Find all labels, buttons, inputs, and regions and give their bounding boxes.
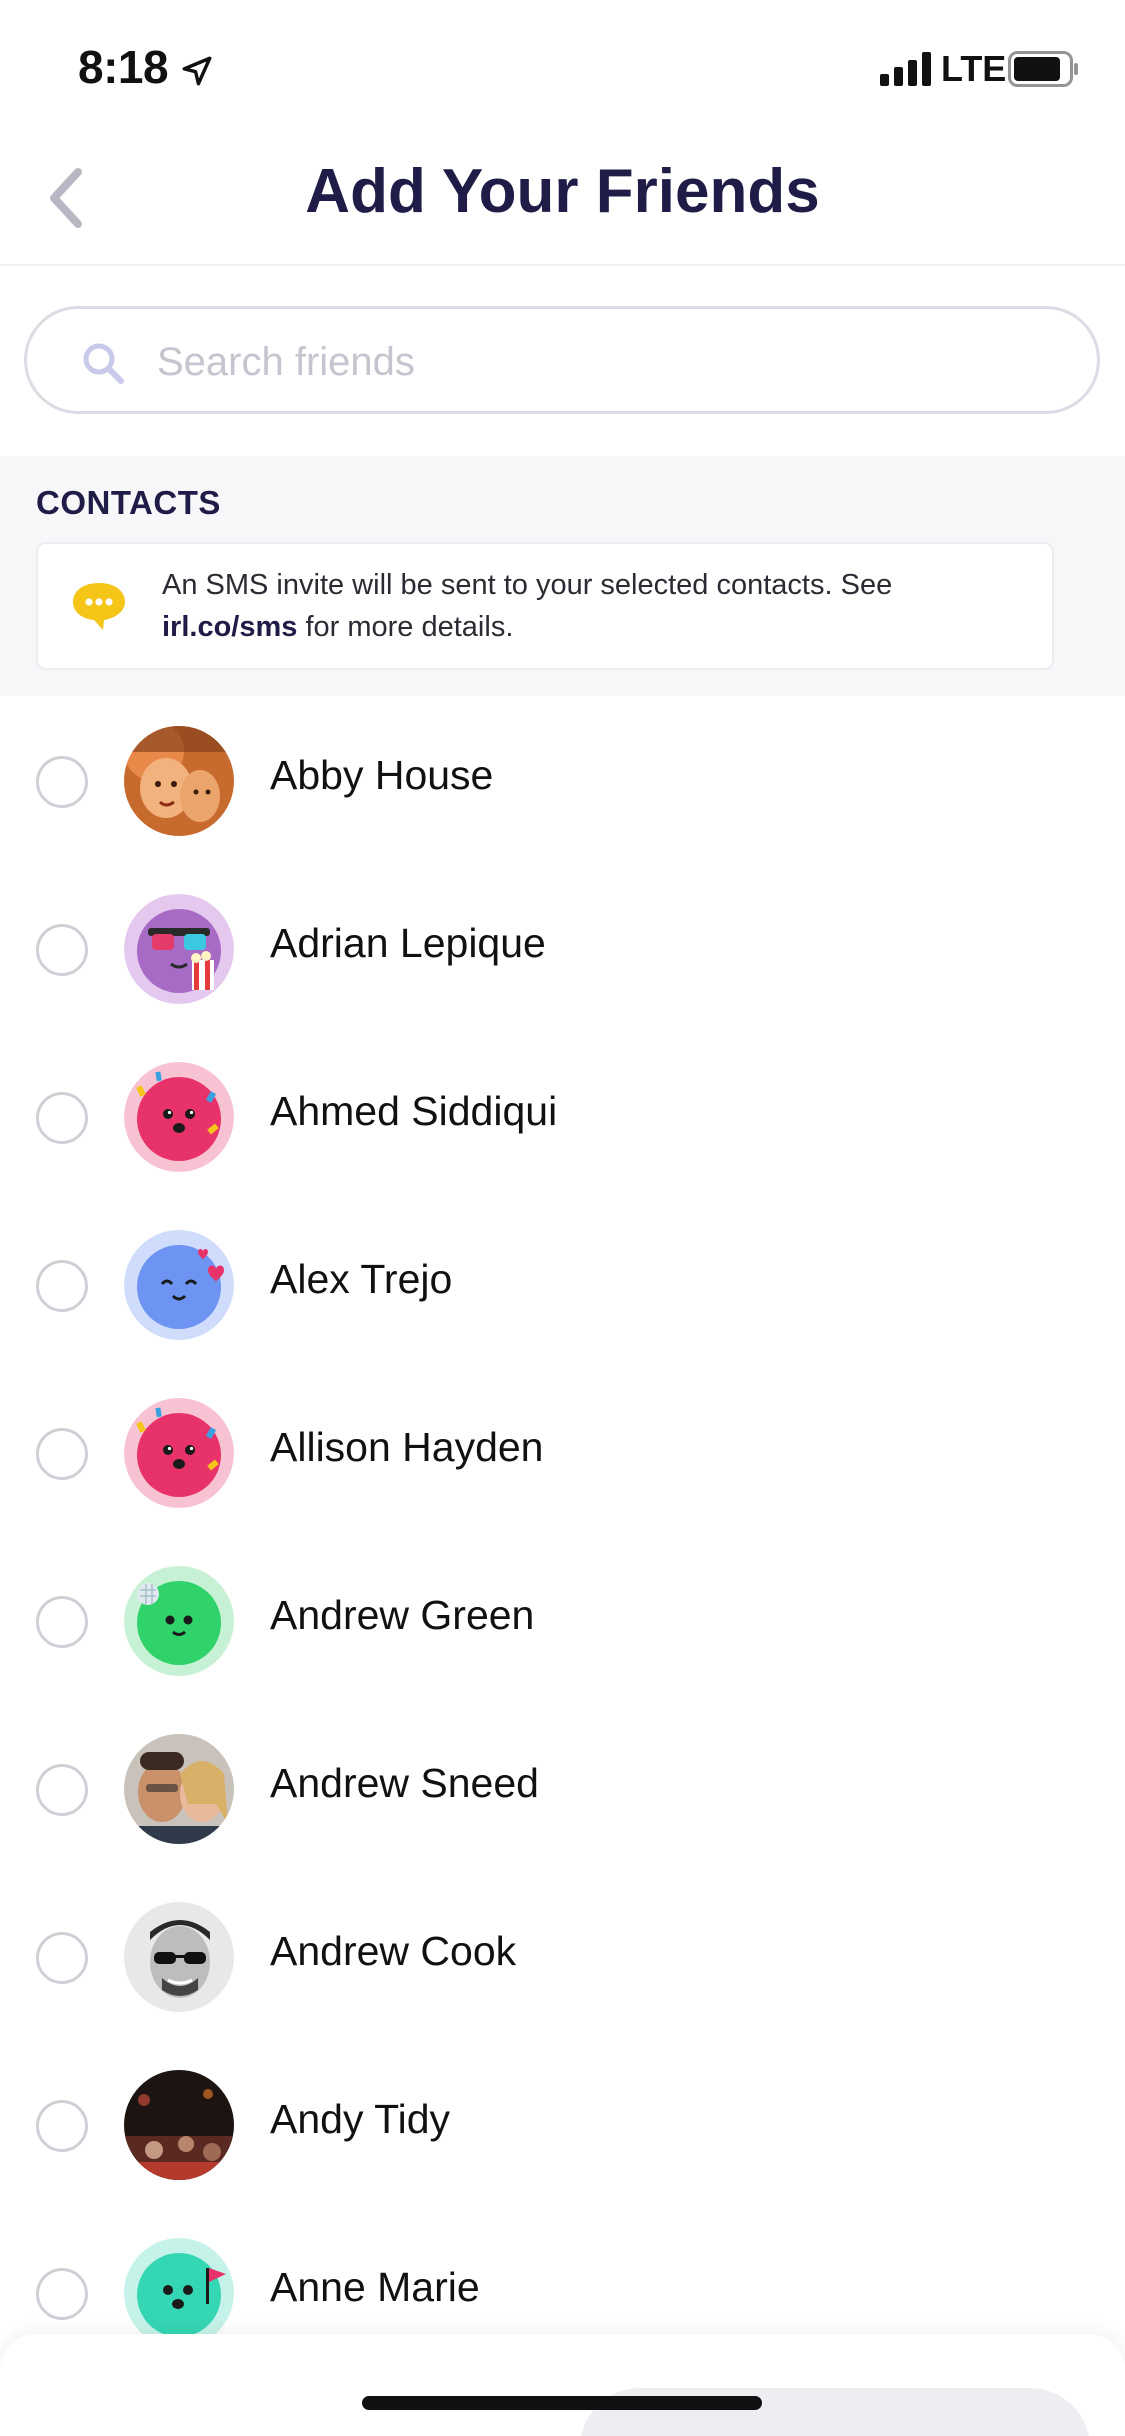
search-icon — [83, 343, 124, 384]
search-input[interactable] — [157, 333, 1037, 391]
irl-link[interactable]: irl.co/sms — [162, 611, 297, 643]
select-radio[interactable] — [36, 1596, 88, 1648]
nav-header: Add Your Friends — [0, 132, 1125, 266]
contact-row[interactable]: Andy Tidy — [0, 2040, 1125, 2208]
network-type: LTE — [941, 48, 1007, 89]
contact-name: Alex Trejo — [270, 1256, 453, 1302]
home-indicator — [362, 2396, 762, 2410]
contact-row[interactable]: Adrian Lepique — [0, 864, 1125, 1032]
location-arrow-icon — [182, 56, 212, 86]
status-time: 8:18 — [78, 41, 169, 93]
contact-row[interactable]: Andrew Sneed — [0, 1704, 1125, 1872]
contact-row[interactable]: Abby House — [0, 696, 1125, 864]
bottom-action-sheet — [0, 2334, 1125, 2436]
battery-icon — [1008, 51, 1078, 87]
contact-name: Andy Tidy — [270, 2096, 451, 2142]
select-radio[interactable] — [36, 1764, 88, 1816]
contacts-section: CONTACTS An SMS invite will be sent to y… — [0, 456, 1125, 696]
section-title: CONTACTS — [36, 484, 221, 521]
avatar — [124, 1566, 234, 1676]
contact-row[interactable]: Andrew Cook — [0, 1872, 1125, 2040]
avatar — [124, 726, 234, 836]
avatar — [124, 1398, 234, 1508]
contact-name: Anne Marie — [270, 2264, 480, 2310]
contact-name: Andrew Cook — [270, 1928, 517, 1974]
avatar — [124, 1902, 234, 2012]
select-radio[interactable] — [36, 2268, 88, 2320]
contact-name: Abby House — [270, 752, 494, 798]
search-bar[interactable] — [24, 306, 1100, 414]
page-title: Add Your Friends — [305, 157, 820, 226]
contact-name: Allison Hayden — [270, 1424, 544, 1470]
contact-name: Adrian Lepique — [270, 920, 546, 966]
sms-info-banner: An SMS invite will be sent to your selec… — [36, 542, 1054, 670]
select-radio[interactable] — [36, 2100, 88, 2152]
contact-row[interactable]: Allison Hayden — [0, 1368, 1125, 1536]
avatar — [124, 1062, 234, 1172]
contact-list: Abby House Adrian Lepique Ahmed Siddiqui… — [0, 696, 1125, 2376]
select-radio[interactable] — [36, 1092, 88, 1144]
avatar — [124, 1230, 234, 1340]
chat-bubble-icon — [73, 583, 125, 630]
select-radio[interactable] — [36, 924, 88, 976]
contact-name: Andrew Sneed — [270, 1760, 539, 1806]
contact-row[interactable]: Ahmed Siddiqui — [0, 1032, 1125, 1200]
status-bar: 8:18 LTE — [0, 0, 1125, 132]
sms-info-text: An SMS invite will be sent to your selec… — [162, 569, 893, 643]
avatar — [124, 1734, 234, 1844]
contact-row[interactable]: Andrew Green — [0, 1536, 1125, 1704]
select-radio[interactable] — [36, 1932, 88, 1984]
contact-row[interactable]: Alex Trejo — [0, 1200, 1125, 1368]
select-radio[interactable] — [36, 756, 88, 808]
contact-name: Ahmed Siddiqui — [270, 1088, 558, 1134]
avatar — [124, 2070, 234, 2180]
select-radio[interactable] — [36, 1260, 88, 1312]
cellular-signal-icon — [880, 52, 931, 86]
avatar — [124, 894, 234, 1004]
select-radio[interactable] — [36, 1428, 88, 1480]
contact-name: Andrew Green — [270, 1592, 535, 1638]
avatar — [124, 2238, 234, 2348]
